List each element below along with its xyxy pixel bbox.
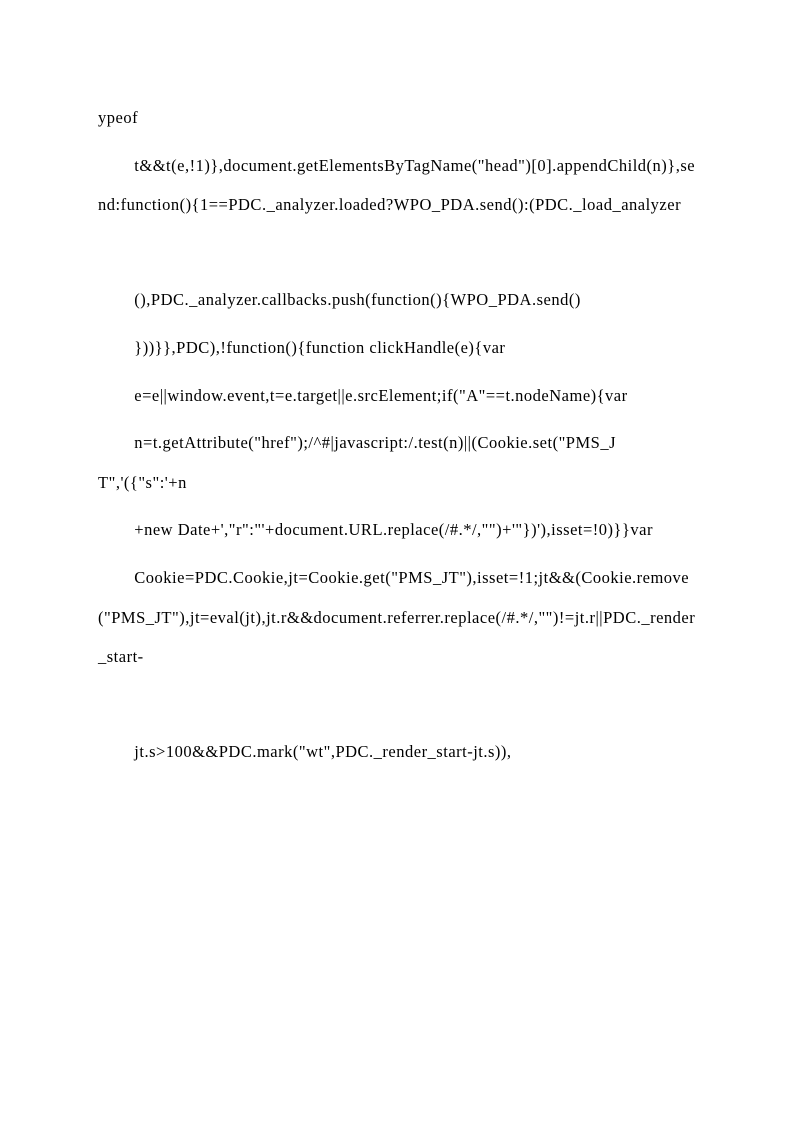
code-line: e=e||window.event,t=e.target||e.srcEleme…	[98, 376, 696, 416]
code-text: t&&t(e,!1)},document.getElementsByTagNam…	[98, 156, 695, 215]
code-text: ypeof	[98, 108, 138, 127]
code-line: n=t.getAttribute("href");/^#|javascript:…	[98, 423, 696, 502]
code-text: n=t.getAttribute("href");/^#|javascript:…	[98, 433, 616, 492]
code-line: ypeof	[98, 98, 696, 138]
code-line	[98, 233, 696, 273]
code-text: }))}},PDC),!function(){function clickHan…	[134, 338, 505, 357]
code-text: jt.s>100&&PDC.mark("wt",PDC._render_star…	[134, 742, 511, 761]
code-text: (),PDC._analyzer.callbacks.push(function…	[134, 290, 581, 309]
code-line: +new Date+',"r":"'+document.URL.replace(…	[98, 510, 696, 550]
code-line: Cookie=PDC.Cookie,jt=Cookie.get("PMS_JT"…	[98, 558, 696, 677]
code-line: (),PDC._analyzer.callbacks.push(function…	[98, 280, 696, 320]
code-text: e=e||window.event,t=e.target||e.srcEleme…	[134, 386, 627, 405]
code-line: }))}},PDC),!function(){function clickHan…	[98, 328, 696, 368]
code-line	[98, 685, 696, 725]
code-text: Cookie=PDC.Cookie,jt=Cookie.get("PMS_JT"…	[98, 568, 695, 666]
code-text: +new Date+',"r":"'+document.URL.replace(…	[134, 520, 653, 539]
code-text-document: ypeof t&&t(e,!1)},document.getElementsByT…	[98, 98, 696, 772]
code-line: jt.s>100&&PDC.mark("wt",PDC._render_star…	[98, 732, 696, 772]
code-line: t&&t(e,!1)},document.getElementsByTagNam…	[98, 146, 696, 225]
